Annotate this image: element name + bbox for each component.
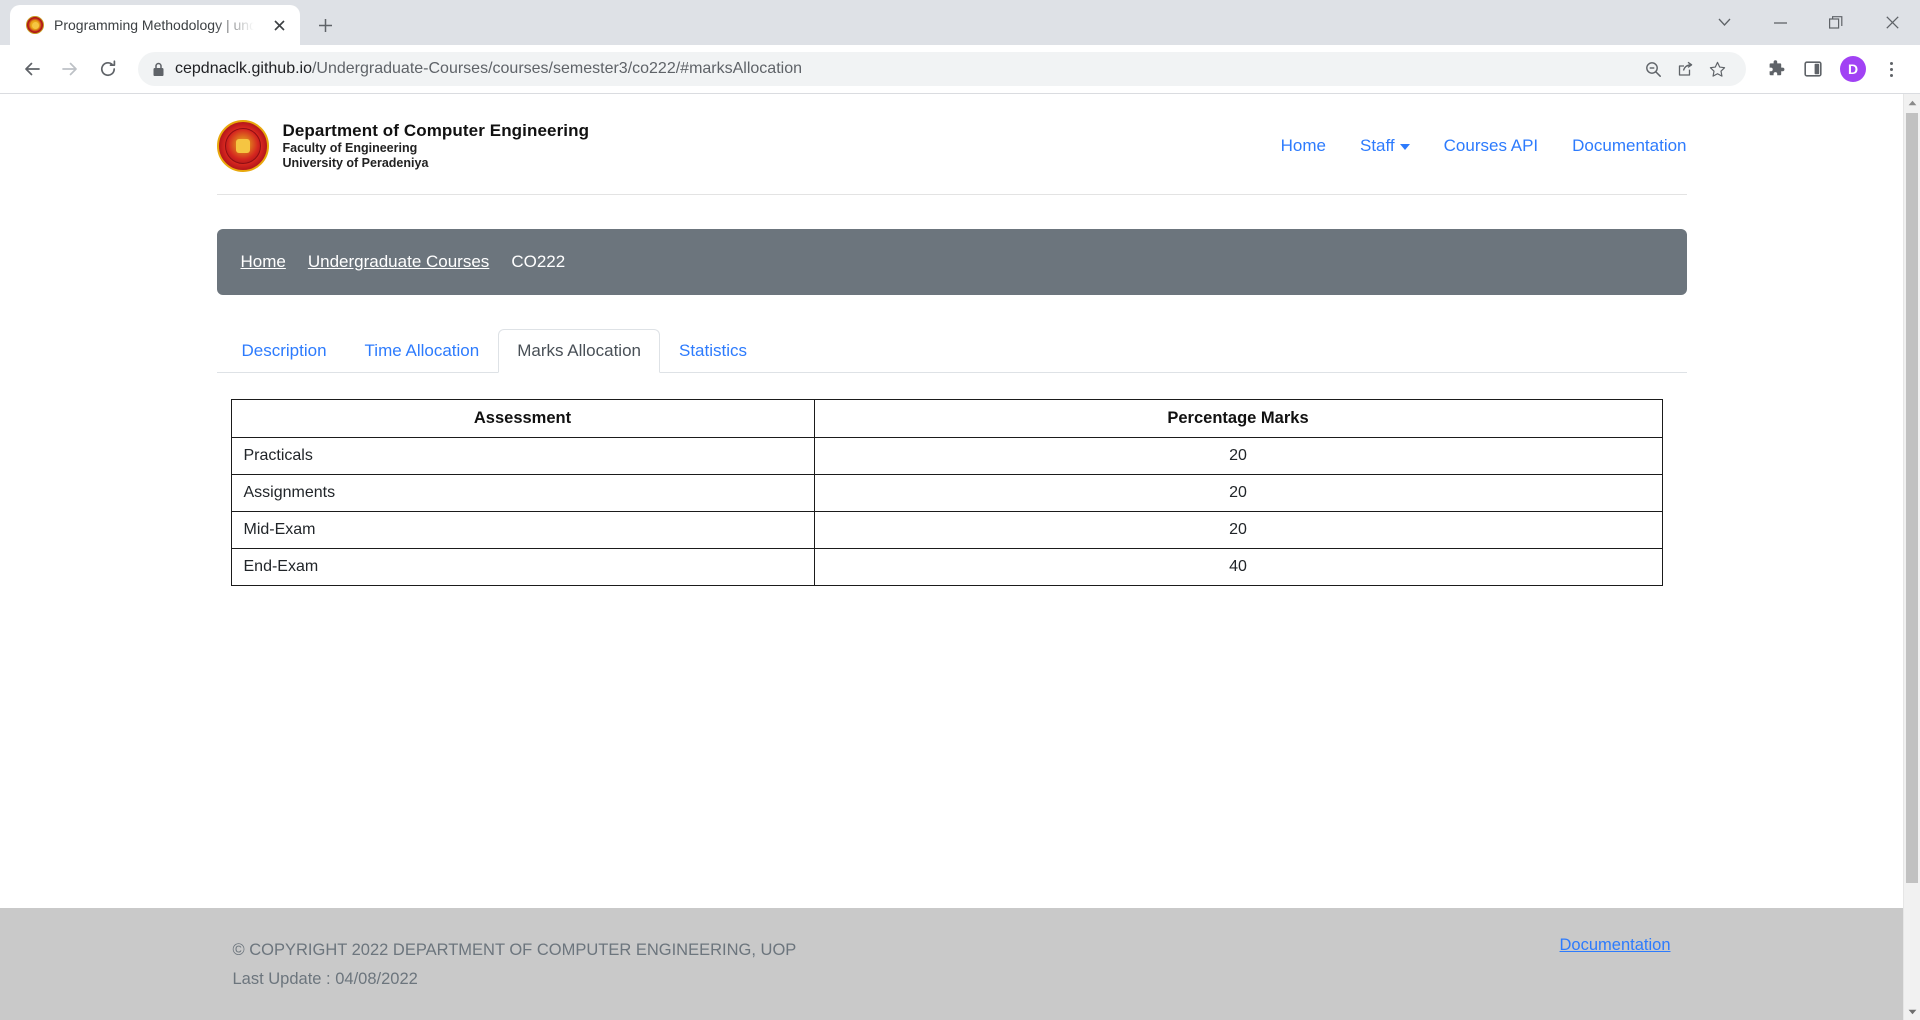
cell-assessment: Practicals <box>230 437 815 475</box>
footer-text: © COPYRIGHT 2022 DEPARTMENT OF COMPUTER … <box>233 936 797 994</box>
tab-title: Programming Methodology | und <box>54 17 257 33</box>
table-row: Practicals 20 <box>230 437 1663 475</box>
maximize-button[interactable] <box>1808 0 1864 45</box>
nav-staff[interactable]: Staff <box>1360 136 1410 156</box>
profile-avatar[interactable]: D <box>1840 56 1866 82</box>
url-text: cepdnaclk.github.io/Undergraduate-Course… <box>175 60 802 78</box>
tab-statistics[interactable]: Statistics <box>660 329 766 373</box>
marks-allocation-table: Assessment Percentage Marks Practicals 2… <box>230 399 1663 586</box>
close-window-button[interactable] <box>1864 0 1920 45</box>
lock-icon <box>152 62 165 77</box>
nav-courses-api[interactable]: Courses API <box>1444 136 1539 156</box>
breadcrumb-item-home[interactable]: Home <box>241 252 286 272</box>
back-button[interactable] <box>14 51 50 87</box>
nav-staff-label: Staff <box>1360 136 1395 155</box>
brand-university: University of Peradeniya <box>282 156 429 171</box>
brand-department: Department of Computer Engineering <box>282 120 590 140</box>
url-path: /Undergraduate-Courses/courses/semester3… <box>311 60 802 77</box>
page-viewport: Department of Computer Engineering Facul… <box>0 94 1920 1020</box>
cell-assessment: Assignments <box>230 474 815 512</box>
chevron-down-icon <box>1399 143 1410 150</box>
toolbar-right-icons: D <box>1758 52 1906 86</box>
tab-description[interactable]: Description <box>223 329 346 373</box>
nav-home[interactable]: Home <box>1281 136 1326 156</box>
site-header: Department of Computer Engineering Facul… <box>216 94 1687 195</box>
cell-percentage: 20 <box>813 437 1663 475</box>
browser-tab[interactable]: Programming Methodology | und <box>10 5 300 45</box>
brand-faculty: Faculty of Engineering <box>282 141 418 156</box>
cell-assessment: Mid-Exam <box>230 511 815 549</box>
table-head: Assessment Percentage Marks <box>230 399 1663 438</box>
table-row: Mid-Exam 20 <box>230 511 1663 549</box>
browser-toolbar: cepdnaclk.github.io/Undergraduate-Course… <box>0 45 1920 94</box>
table-body: Practicals 20 Assignments 20 Mid-Exam 20 <box>230 437 1663 586</box>
window-controls <box>1696 0 1920 45</box>
breadcrumb: Home Undergraduate Courses CO222 <box>216 229 1687 295</box>
breadcrumb-item-current: CO222 <box>511 252 566 271</box>
site-brand[interactable]: Department of Computer Engineering Facul… <box>216 120 590 172</box>
side-panel-button[interactable] <box>1796 52 1830 86</box>
browser-window: Programming Methodology | und cepdnaclk.… <box>0 0 1920 1020</box>
tab-strip: Programming Methodology | und <box>0 0 1920 45</box>
extensions-button[interactable] <box>1758 52 1792 86</box>
cell-percentage: 20 <box>813 474 1663 512</box>
url-host: cepdnaclk.github.io <box>175 60 312 77</box>
forward-button[interactable] <box>52 51 88 87</box>
scroll-down-arrow-icon[interactable] <box>1904 1003 1920 1020</box>
reload-button[interactable] <box>90 51 126 87</box>
footer-documentation-link[interactable]: Documentation <box>1560 936 1671 954</box>
university-crest-icon <box>216 120 269 172</box>
minimize-button[interactable] <box>1752 0 1808 45</box>
share-icon[interactable] <box>1670 54 1700 84</box>
nav-documentation-label: Documentation <box>1572 136 1687 155</box>
table-header-row: Assessment Percentage Marks <box>230 399 1663 438</box>
scrollbar-thumb[interactable] <box>1906 113 1918 883</box>
main-navigation: Home Staff Courses API Documentation <box>1281 136 1687 156</box>
table-row: End-Exam 40 <box>230 548 1663 586</box>
web-page: Department of Computer Engineering Facul… <box>0 94 1903 1020</box>
site-footer: © COPYRIGHT 2022 DEPARTMENT OF COMPUTER … <box>0 908 1903 1020</box>
footer-last-update: Last Update : 04/08/2022 <box>232 970 418 989</box>
browser-menu-button[interactable] <box>1876 52 1906 86</box>
tab-close-icon[interactable] <box>268 14 290 36</box>
nav-documentation[interactable]: Documentation <box>1572 136 1686 156</box>
address-bar[interactable]: cepdnaclk.github.io/Undergraduate-Course… <box>138 52 1746 86</box>
site-container: Department of Computer Engineering Facul… <box>216 94 1687 586</box>
brand-text: Department of Computer Engineering Facul… <box>283 121 590 171</box>
table-row: Assignments 20 <box>230 474 1663 512</box>
breadcrumb-item-undergraduate-courses[interactable]: Undergraduate Courses <box>308 252 489 272</box>
tab-favicon-icon <box>26 16 44 34</box>
scrollbar-track[interactable] <box>1904 111 1920 1003</box>
tab-marks-allocation[interactable]: Marks Allocation <box>498 329 660 373</box>
footer-copyright: © COPYRIGHT 2022 DEPARTMENT OF COMPUTER … <box>232 941 797 960</box>
omnibox-icons <box>1638 54 1732 84</box>
tab-search-button[interactable] <box>1696 0 1752 45</box>
cell-assessment: End-Exam <box>230 548 815 586</box>
bookmark-star-icon[interactable] <box>1702 54 1732 84</box>
zoom-out-icon[interactable] <box>1638 54 1668 84</box>
column-header-percentage-marks: Percentage Marks <box>813 399 1663 438</box>
page-scrollbar[interactable] <box>1903 94 1920 1020</box>
nav-courses-api-label: Courses API <box>1443 136 1539 155</box>
course-tabs: Description Time Allocation Marks Alloca… <box>216 329 1687 373</box>
tab-time-allocation[interactable]: Time Allocation <box>346 329 499 373</box>
nav-home-label: Home <box>1280 136 1326 155</box>
footer-links: Documentation <box>1560 936 1671 955</box>
column-header-assessment: Assessment <box>230 399 815 438</box>
cell-percentage: 20 <box>813 511 1663 549</box>
new-tab-button[interactable] <box>308 8 342 42</box>
scroll-up-arrow-icon[interactable] <box>1904 94 1920 111</box>
cell-percentage: 40 <box>813 548 1663 586</box>
